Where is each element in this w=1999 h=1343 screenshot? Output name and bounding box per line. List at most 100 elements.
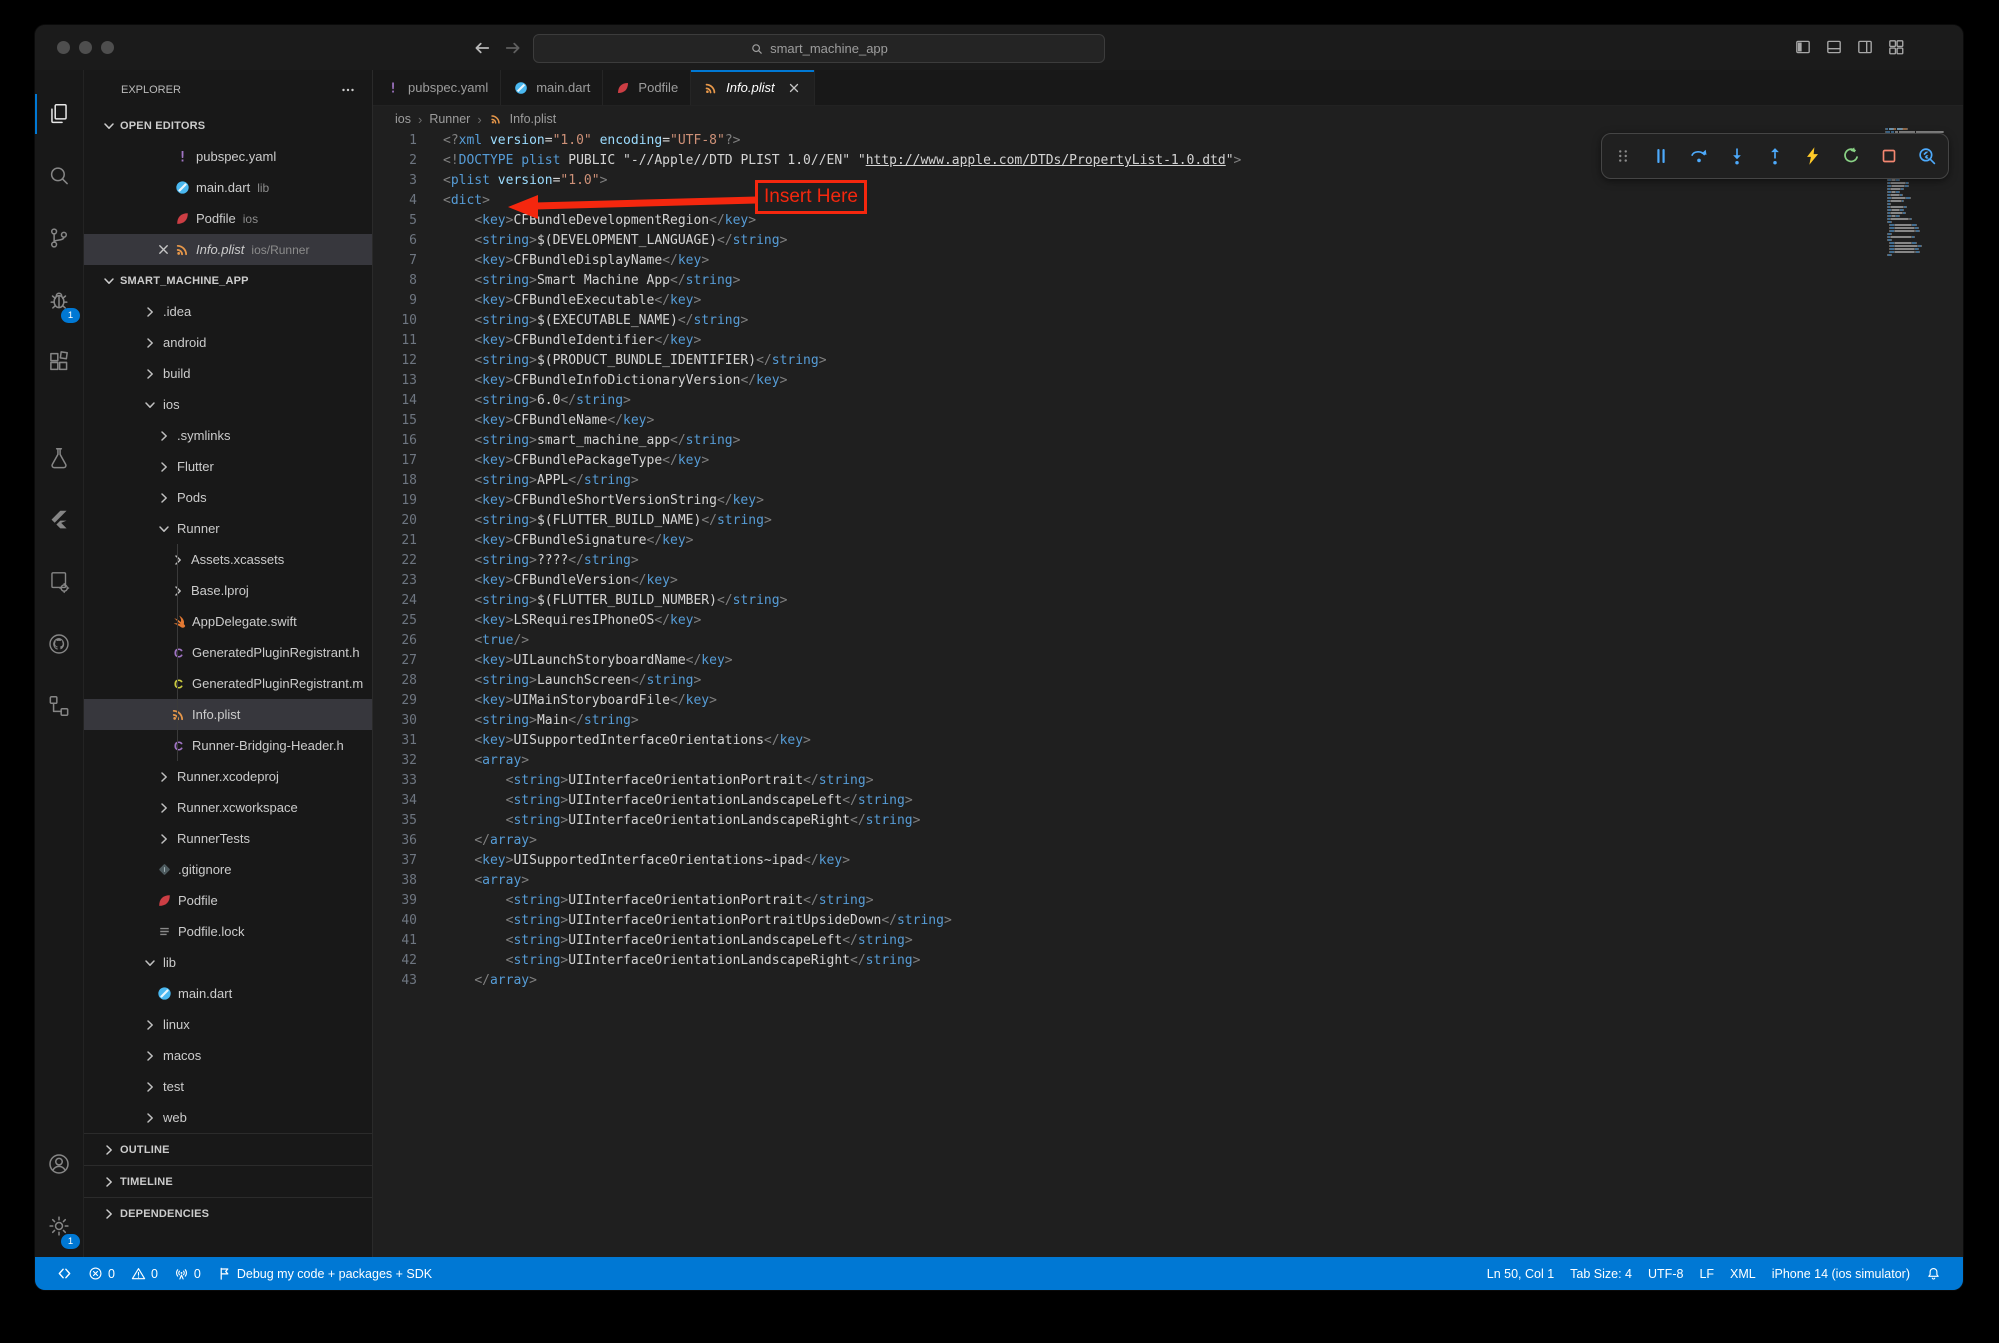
tree-item-Runner.xcodeproj[interactable]: Runner.xcodeproj [84, 761, 372, 792]
sidebar-bottom-sections: OUTLINETIMELINEDEPENDENCIES [84, 1133, 372, 1229]
activity-bar-item-accounts[interactable] [35, 1133, 83, 1195]
tree-item-android[interactable]: android [84, 327, 372, 358]
close-tab-icon[interactable] [786, 80, 802, 96]
tab-Podfile[interactable]: Podfile [603, 70, 691, 105]
step-out-icon[interactable] [1764, 145, 1786, 167]
status-item-cursor-position[interactable]: Ln 50, Col 1 [1479, 1267, 1562, 1281]
activity-bar-item-search[interactable] [35, 145, 83, 207]
forward-icon[interactable] [503, 38, 523, 58]
tree-item-Info.plist[interactable]: Info.plist [84, 699, 372, 730]
activity-bar-item-references[interactable] [35, 675, 83, 737]
section-header-timeline[interactable]: TIMELINE [84, 1165, 372, 1197]
line-number: 42 [373, 951, 417, 971]
tree-item-test[interactable]: test [84, 1071, 372, 1102]
project-header[interactable]: SMART_MACHINE_APP [84, 265, 372, 296]
status-item-notifications[interactable] [1918, 1266, 1949, 1281]
tree-item-main.dart[interactable]: main.dart [84, 978, 372, 1009]
breadcrumb-file[interactable]: Info.plist [510, 112, 557, 126]
open-editor-pubspec.yaml[interactable]: !pubspec.yaml [84, 141, 372, 172]
activity-bar-item-flutter[interactable] [35, 489, 83, 551]
activity-bar-item-explorer[interactable] [35, 83, 83, 145]
activity-bar-item-github[interactable] [35, 613, 83, 675]
status-item-language-mode[interactable]: XML [1722, 1267, 1764, 1281]
tree-item-GeneratedPluginRegistrant.h[interactable]: CGeneratedPluginRegistrant.h [84, 637, 372, 668]
open-editor-Info.plist[interactable]: Info.plistios/Runner [84, 234, 372, 265]
status-item-indentation[interactable]: Tab Size: 4 [1562, 1267, 1640, 1281]
tree-item-Base.lproj[interactable]: Base.lproj [84, 575, 372, 606]
status-item-remote-indicator[interactable] [49, 1257, 80, 1290]
hot-reload-icon[interactable] [1802, 145, 1824, 167]
sidebar-title: EXPLORER [121, 84, 181, 96]
tree-item-Runner.xcworkspace[interactable]: Runner.xcworkspace [84, 792, 372, 823]
activity-bar-item-dart-devtools[interactable] [35, 551, 83, 613]
code-line: 34 <string>UIInterfaceOrientationLandsca… [373, 791, 1963, 811]
open-editors-header[interactable]: OPEN EDITORS [84, 110, 372, 141]
tab-label: Podfile [638, 80, 678, 95]
status-item-debug-session[interactable]: Debug my code + packages + SDK [209, 1257, 440, 1290]
tree-item-Runner[interactable]: Runner [84, 513, 372, 544]
command-center-text: smart_machine_app [770, 41, 888, 56]
tree-item-Podfile.lock[interactable]: Podfile.lock [84, 916, 372, 947]
tab-pubspec.yaml[interactable]: !pubspec.yaml [373, 70, 501, 105]
tree-item-build[interactable]: build [84, 358, 372, 389]
traffic-light-minimize[interactable] [79, 41, 92, 54]
tree-item-Podfile[interactable]: Podfile [84, 885, 372, 916]
breadcrumb-segment[interactable]: ios [395, 112, 411, 126]
status-item-encoding[interactable]: UTF-8 [1640, 1267, 1691, 1281]
open-editor-Podfile[interactable]: Podfileios [84, 203, 372, 234]
minimap-line [1885, 194, 1957, 196]
customize-layout-icon[interactable] [1887, 38, 1905, 56]
open-editor-main.dart[interactable]: main.dartlib [84, 172, 372, 203]
tree-item-macos[interactable]: macos [84, 1040, 372, 1071]
toggle-primary-sidebar-icon[interactable] [1794, 38, 1812, 56]
code-editor[interactable]: Insert Here 1<?xml version="1.0" encodin… [373, 131, 1963, 1257]
tree-item-linux[interactable]: linux [84, 1009, 372, 1040]
traffic-light-close[interactable] [57, 41, 70, 54]
pause-icon[interactable] [1650, 145, 1672, 167]
step-into-icon[interactable] [1726, 145, 1748, 167]
tree-item-.idea[interactable]: .idea [84, 296, 372, 327]
close-editor-button[interactable] [152, 241, 174, 258]
tab-main.dart[interactable]: main.dart [501, 70, 603, 105]
tree-item-.symlinks[interactable]: .symlinks [84, 420, 372, 451]
minimap-line [1885, 254, 1957, 256]
toggle-secondary-sidebar-icon[interactable] [1856, 38, 1874, 56]
breadcrumb-segment[interactable]: Runner [429, 112, 470, 126]
status-item-eol[interactable]: LF [1691, 1267, 1722, 1281]
status-item-ports[interactable]: 0 [166, 1257, 209, 1290]
tree-item-.gitignore[interactable]: .gitignore [84, 854, 372, 885]
activity-bar-item-extensions[interactable] [35, 331, 83, 393]
line-number: 22 [373, 551, 417, 571]
tree-item-AppDelegate.swift[interactable]: AppDelegate.swift [84, 606, 372, 637]
section-header-dependencies[interactable]: DEPENDENCIES [84, 1197, 372, 1229]
toggle-panel-icon[interactable] [1825, 38, 1843, 56]
tree-item-web[interactable]: web [84, 1102, 372, 1133]
step-over-icon[interactable] [1688, 145, 1710, 167]
activity-bar-item-source-control[interactable] [35, 207, 83, 269]
activity-bar-item-testing[interactable] [35, 427, 83, 489]
tree-item-Runner-Bridging-Header.h[interactable]: CRunner-Bridging-Header.h [84, 730, 372, 761]
tree-item-Assets.xcassets[interactable]: Assets.xcassets [84, 544, 372, 575]
more-actions-icon[interactable] [340, 82, 356, 98]
tree-item-lib[interactable]: lib [84, 947, 372, 978]
inspector-icon[interactable] [1916, 145, 1938, 167]
section-header-outline[interactable]: OUTLINE [84, 1133, 372, 1165]
status-item-errors[interactable]: 0 [80, 1257, 123, 1290]
command-center-search[interactable]: smart_machine_app [533, 34, 1105, 63]
activity-bar-item-settings[interactable]: 1 [35, 1195, 83, 1257]
status-item-flutter-device[interactable]: iPhone 14 (ios simulator) [1764, 1267, 1918, 1281]
status-item-warnings[interactable]: 0 [123, 1257, 166, 1290]
breadcrumb[interactable]: ios›Runner›Info.plist [373, 106, 1963, 132]
traffic-light-zoom[interactable] [101, 41, 114, 54]
tree-item-Flutter[interactable]: Flutter [84, 451, 372, 482]
tree-item-GeneratedPluginRegistrant.m[interactable]: CGeneratedPluginRegistrant.m [84, 668, 372, 699]
back-icon[interactable] [472, 38, 492, 58]
tree-item-ios[interactable]: ios [84, 389, 372, 420]
activity-bar-item-run-and-debug[interactable]: 1 [35, 269, 83, 331]
restart-icon[interactable] [1840, 145, 1862, 167]
tab-Info.plist[interactable]: Info.plist [691, 70, 814, 105]
tree-item-Pods[interactable]: Pods [84, 482, 372, 513]
line-number: 23 [373, 571, 417, 591]
tree-item-RunnerTests[interactable]: RunnerTests [84, 823, 372, 854]
stop-icon[interactable] [1878, 145, 1900, 167]
